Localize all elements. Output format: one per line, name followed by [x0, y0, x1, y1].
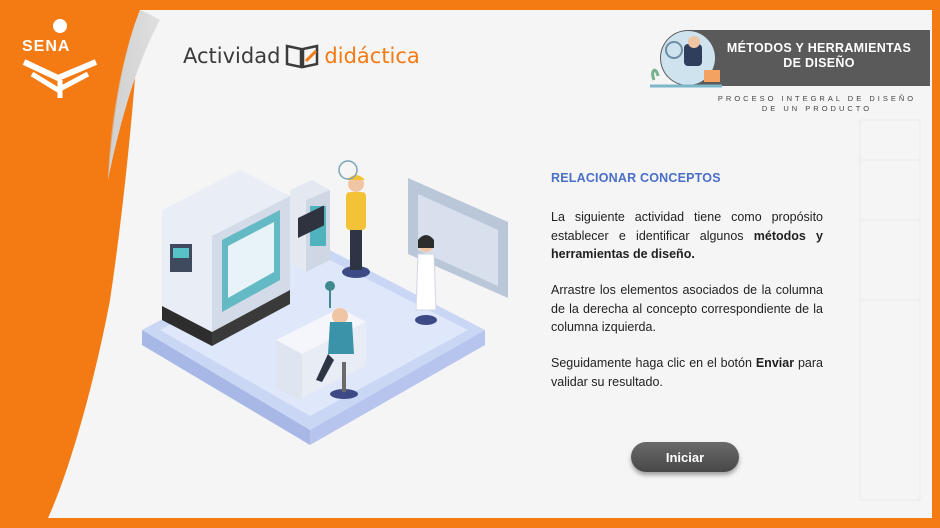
sena-logo-text: SENA	[22, 38, 71, 55]
instruction-paragraph-3: Seguidamente haga clic en el botón Envia…	[551, 354, 823, 391]
designer-illustration-icon	[650, 31, 722, 88]
lab-illustration	[142, 160, 508, 445]
page-title: Actividad didáctica	[183, 43, 420, 69]
title-part-1: Actividad	[183, 44, 281, 68]
sena-logo	[22, 19, 98, 98]
instruction-3-bold: Enviar	[755, 356, 795, 370]
banner-subtitle: PROCESO INTEGRAL DE DISEÑO DE UN PRODUCT…	[717, 94, 917, 113]
instruction-3-text: Seguidamente haga clic en el botón	[551, 356, 756, 370]
book-icon	[286, 44, 319, 69]
instruction-paragraph-1: La siguiente actividad tiene como propós…	[551, 208, 823, 264]
section-title: RELACIONAR CONCEPTOS	[551, 171, 721, 185]
banner-title: MÉTODOS Y HERRAMIENTAS DE DISEÑO	[726, 41, 912, 70]
instruction-paragraph-2: Arrastre los elementos asociados de la c…	[551, 283, 823, 334]
title-part-2: didáctica	[324, 44, 420, 68]
start-button[interactable]: Iniciar	[631, 442, 739, 472]
